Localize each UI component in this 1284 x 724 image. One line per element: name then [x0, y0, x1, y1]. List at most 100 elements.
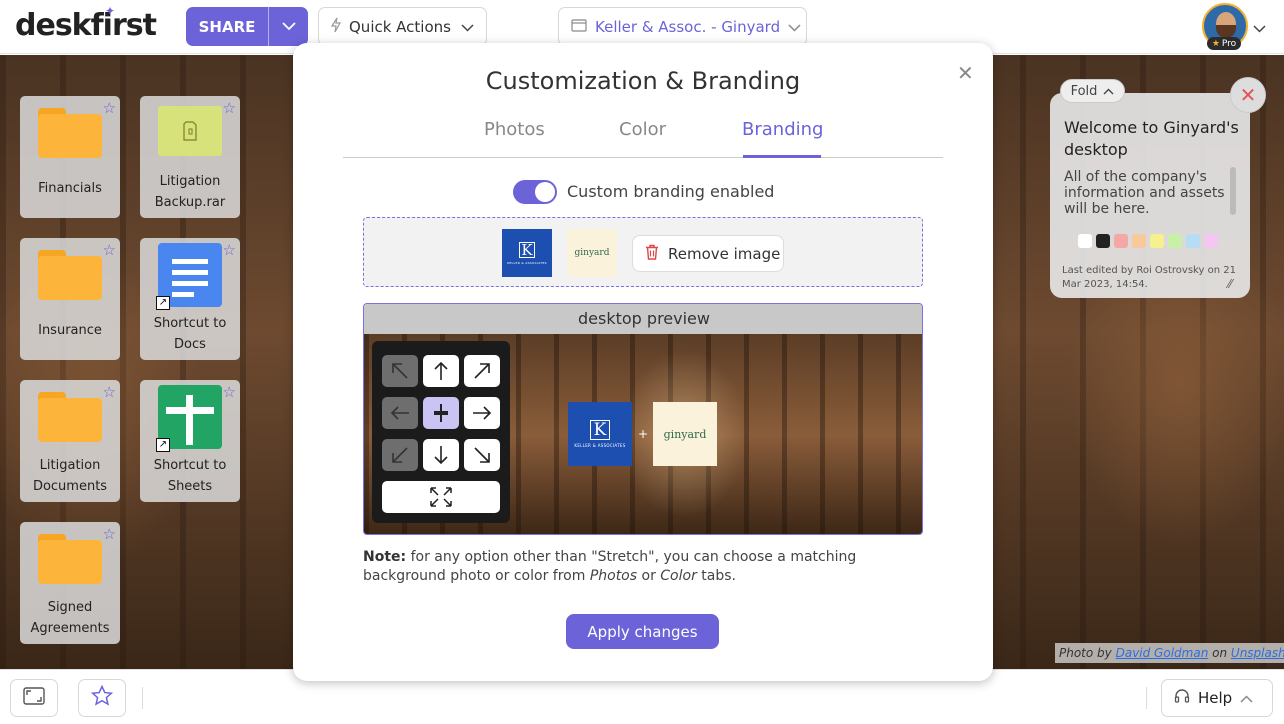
note-last-edited: Last edited by Roi Ostrovsky on 21 Mar 2… — [1062, 265, 1236, 290]
note-or-word: or — [637, 568, 661, 584]
star-outline-icon — [90, 684, 114, 711]
quick-actions-label: Quick Actions — [349, 17, 451, 36]
tile-label: Financials — [38, 181, 102, 196]
tab-photos[interactable]: Photos — [484, 119, 545, 140]
fullscreen-button[interactable] — [10, 679, 58, 717]
note-body[interactable]: All of the company's information and ass… — [1064, 169, 1234, 217]
remove-image-button[interactable]: Remove image — [632, 235, 784, 272]
note-scrollbar[interactable] — [1230, 167, 1236, 215]
favorite-star-icon[interactable]: ☆ — [103, 241, 116, 259]
quick-actions-button[interactable]: Quick Actions — [318, 7, 487, 46]
desktop-tile-signed-agreements[interactable]: ☆ Signed Agreements — [20, 522, 120, 644]
modal-close-button[interactable]: ✕ — [957, 61, 974, 85]
help-label: Help — [1198, 689, 1233, 707]
swatch-black[interactable] — [1096, 234, 1110, 248]
favorites-button[interactable] — [78, 679, 126, 717]
swatch-orange[interactable] — [1132, 234, 1146, 248]
account-chevron-down-icon[interactable] — [1253, 18, 1266, 37]
branding-note: Note: for any option other than "Stretch… — [363, 548, 923, 586]
fold-label: Fold — [1070, 83, 1098, 99]
desktop-tile-financials[interactable]: ☆ Financials — [20, 96, 120, 218]
swatch-white[interactable] — [1078, 234, 1092, 248]
custom-branding-toggle[interactable] — [513, 180, 557, 204]
credit-prefix: Photo by — [1059, 646, 1112, 660]
position-top-left-button[interactable] — [382, 355, 418, 387]
share-label: SHARE — [198, 17, 256, 36]
tab-branding[interactable]: Branding — [742, 119, 823, 140]
favorite-star-icon[interactable]: ☆ — [103, 99, 116, 117]
keller-logo-letter: K — [519, 241, 535, 259]
company-selector[interactable]: Keller & Assoc. - Ginyard — [558, 7, 807, 46]
desktop-tile-litigation-backup[interactable]: ☆ Litigation Backup.rar — [140, 96, 240, 218]
window-frame-icon — [23, 687, 45, 709]
position-left-button[interactable] — [382, 397, 418, 429]
modal-tabs: Photos Color Branding — [343, 111, 943, 158]
swatch-red[interactable] — [1114, 234, 1128, 248]
close-icon: ✕ — [957, 61, 974, 85]
favorite-star-icon[interactable]: ☆ — [103, 383, 116, 401]
position-bottom-button[interactable] — [423, 439, 459, 471]
help-button[interactable]: Help — [1161, 679, 1273, 717]
preview-plus-sign: + — [638, 427, 649, 441]
preview-keller-subtitle: KELLER & ASSOCIATES — [574, 443, 626, 448]
fold-button[interactable]: Fold — [1060, 79, 1125, 103]
center-icon — [434, 404, 448, 422]
favorite-star-icon[interactable]: ☆ — [103, 525, 116, 543]
folder-icon — [38, 534, 102, 584]
tile-label: Insurance — [38, 323, 102, 338]
preview-ginyard-text: ginyard — [663, 427, 707, 441]
tile-label: Signed Agreements — [30, 600, 110, 636]
folder-icon — [38, 108, 102, 158]
favorite-star-icon[interactable]: ☆ — [223, 241, 236, 259]
note-photos-word: Photos — [589, 568, 638, 584]
desktop-preview: desktop preview K KELLER & ASSOCIATES + … — [363, 303, 923, 535]
position-bottom-right-button[interactable] — [464, 439, 500, 471]
shortcut-arrow-icon: ↗ — [156, 438, 170, 452]
swatch-green[interactable] — [1168, 234, 1182, 248]
logo-text: deskfirst — [15, 8, 157, 43]
chevron-up-icon — [1103, 84, 1114, 99]
credit-source-link[interactable]: Unsplash — [1231, 646, 1284, 660]
preview-background: K KELLER & ASSOCIATES + ginyard — [364, 334, 922, 534]
desktop-tile-shortcut-docs[interactable]: ↗ ☆ Shortcut to Docs — [140, 238, 240, 360]
welcome-note-widget: Fold ✕ Welcome to Ginyard's desktop All … — [1050, 77, 1266, 298]
close-note-button[interactable]: ✕ — [1230, 77, 1266, 113]
note-color-swatches — [1078, 234, 1218, 248]
apply-changes-button[interactable]: Apply changes — [566, 614, 719, 649]
swatch-yellow[interactable] — [1150, 234, 1164, 248]
note-bold: Note: — [363, 549, 407, 565]
note-color-word: Color — [660, 568, 697, 584]
share-dropdown-chevron-icon[interactable] — [269, 22, 308, 31]
lightning-icon — [330, 17, 342, 37]
swatch-blue[interactable] — [1186, 234, 1200, 248]
pro-label: Pro — [1221, 38, 1237, 49]
swatch-pink[interactable] — [1204, 234, 1218, 248]
resize-handle-icon[interactable]: ⁄⁄ — [1228, 277, 1232, 291]
desktop-tile-litigation-documents[interactable]: ☆ Litigation Documents — [20, 380, 120, 502]
desktop-tile-insurance[interactable]: ☆ Insurance — [20, 238, 120, 360]
remove-image-label: Remove image — [668, 244, 781, 263]
position-bottom-left-button[interactable] — [382, 439, 418, 471]
deskfirst-logo[interactable]: deskfirst ✦ — [15, 4, 157, 43]
share-button[interactable]: SHARE — [186, 7, 308, 46]
custom-branding-label: Custom branding enabled — [567, 182, 775, 201]
arrow-left-icon — [390, 406, 409, 420]
tab-color[interactable]: Color — [619, 119, 666, 140]
position-right-button[interactable] — [464, 397, 500, 429]
chevron-down-icon — [788, 18, 801, 36]
logo-upload-dropzone[interactable]: K KELLER & ASSOCIATES ginyard Remove ima… — [363, 217, 923, 287]
modal-title: Customization & Branding — [485, 67, 801, 95]
arrow-down-icon — [434, 446, 448, 465]
favorite-star-icon[interactable]: ☆ — [223, 99, 236, 117]
favorite-star-icon[interactable]: ☆ — [223, 383, 236, 401]
tile-label: Litigation Backup.rar — [154, 174, 226, 210]
preview-keller-letter: K — [590, 420, 610, 440]
position-center-button[interactable] — [423, 397, 459, 429]
position-top-right-button[interactable] — [464, 355, 500, 387]
credit-author-link[interactable]: David Goldman — [1116, 646, 1209, 660]
tile-label: Shortcut to Docs — [153, 316, 227, 352]
desktop-tile-shortcut-sheets[interactable]: ↗ ☆ Shortcut to Sheets — [140, 380, 240, 502]
arrow-up-icon — [434, 361, 448, 380]
stretch-button[interactable] — [382, 481, 500, 513]
position-top-button[interactable] — [423, 355, 459, 387]
